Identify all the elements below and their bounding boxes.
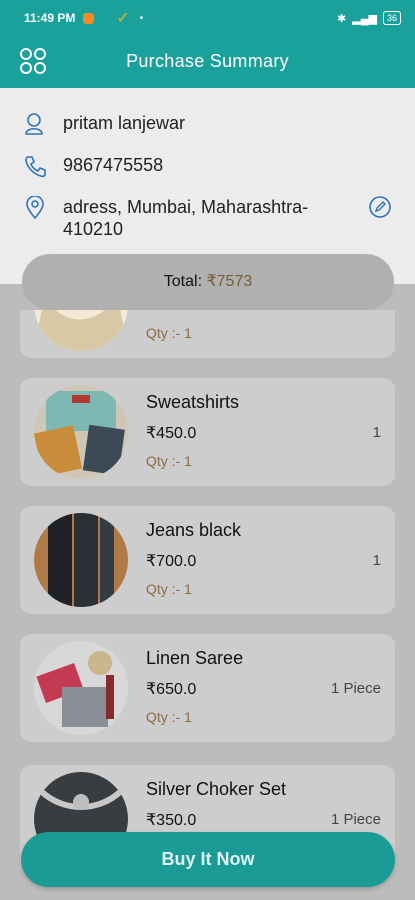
cart-item[interactable]: Linen Saree ₹650.0 Qty :- 1 1 Piece xyxy=(20,634,395,742)
item-price: ₹450.0 xyxy=(146,425,197,442)
app-bar: Purchase Summary xyxy=(0,36,415,88)
customer-address-row: adress, Mumbai, Maharashtra- 410210 xyxy=(24,196,308,240)
cart-item[interactable]: Jeans black ₹700.0 Qty :- 1 1 xyxy=(20,506,395,614)
signal-icon: ▂▄▆ xyxy=(352,12,377,25)
item-price: ₹650.0 xyxy=(146,681,197,698)
item-name: Sweatshirts xyxy=(146,392,240,412)
item-name: Jeans black xyxy=(146,520,242,540)
status-icons: ✱ ▂▄▆ 36 xyxy=(337,11,401,25)
total-bar: Total: ₹7573 xyxy=(22,254,394,310)
item-unit: 1 Piece xyxy=(330,811,381,828)
bluetooth-icon: ✱ xyxy=(337,12,347,25)
item-price: ₹350.0 xyxy=(146,812,197,829)
page-title: Purchase Summary xyxy=(126,51,289,71)
customer-name: pritam lanjewar xyxy=(63,113,186,133)
edit-address-icon[interactable] xyxy=(368,195,392,219)
notification-icon xyxy=(83,12,95,24)
check-icon: ✓ xyxy=(116,10,130,27)
customer-phone-row: 9867475558 xyxy=(24,154,163,178)
item-unit: 1 xyxy=(372,424,381,441)
address-line-2: 410210 xyxy=(63,219,124,239)
dot-icon: • xyxy=(139,12,144,24)
product-image xyxy=(34,385,128,479)
cart-item-list[interactable]: Qty :- 1 Sweatshirts ₹450.0 Qty :- 1 1 J… xyxy=(0,310,415,900)
item-qty: Qty :- 1 xyxy=(146,325,192,341)
address-line-1: adress, Mumbai, Maharashtra- xyxy=(63,197,309,217)
battery-icon: 36 xyxy=(382,11,401,25)
item-name: Silver Choker Set xyxy=(146,779,287,799)
location-pin-icon xyxy=(26,196,44,220)
product-image xyxy=(34,513,128,607)
product-image xyxy=(34,310,128,351)
cart-item[interactable]: Qty :- 1 xyxy=(20,310,395,358)
customer-address: adress, Mumbai, Maharashtra- 410210 xyxy=(63,196,308,240)
item-unit: 1 xyxy=(372,552,381,569)
customer-phone: 9867475558 xyxy=(63,155,164,175)
customer-name-row: pritam lanjewar xyxy=(24,112,185,136)
phone-icon xyxy=(25,156,46,178)
item-qty: Qty :- 1 xyxy=(146,453,192,469)
cart-item[interactable]: Sweatshirts ₹450.0 Qty :- 1 1 xyxy=(20,378,395,486)
status-bar: 11:49 PM ✓ • ✱ ▂▄▆ 36 xyxy=(0,0,415,36)
item-price: ₹700.0 xyxy=(146,553,197,570)
product-image xyxy=(34,641,128,735)
total-currency: ₹ xyxy=(206,273,217,290)
item-unit: 1 Piece xyxy=(330,680,381,697)
user-icon xyxy=(25,113,43,135)
item-qty: Qty :- 1 xyxy=(146,581,192,597)
item-qty: Qty :- 1 xyxy=(146,709,192,725)
total-amount: 7573 xyxy=(216,273,253,290)
total-label: Total: xyxy=(163,273,207,290)
status-time: 11:49 PM xyxy=(24,11,76,25)
buy-it-now-button[interactable]: Buy It Now xyxy=(21,832,395,887)
item-name: Linen Saree xyxy=(146,648,244,668)
